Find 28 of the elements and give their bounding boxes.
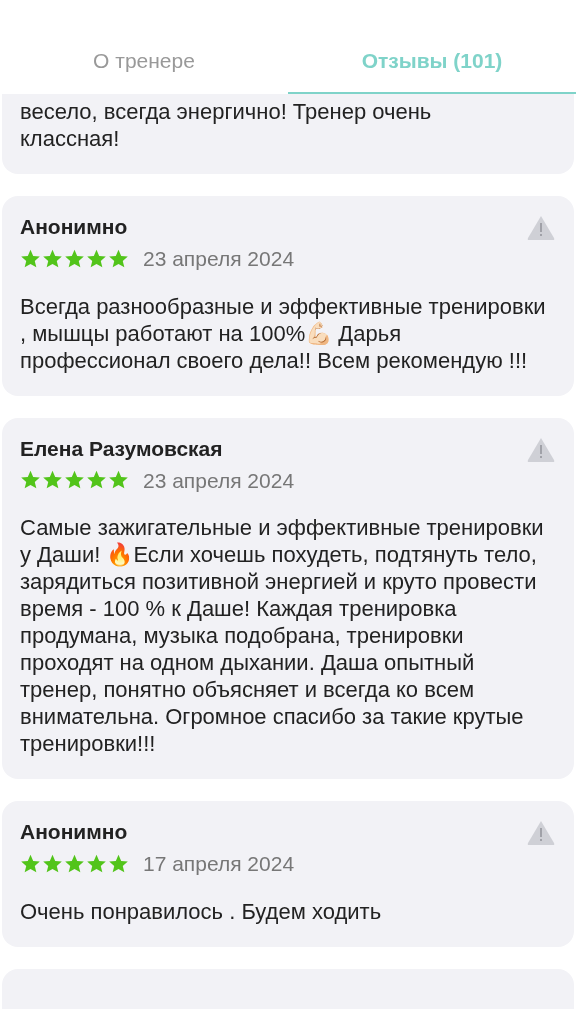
review-date: 17 апреля 2024 <box>143 851 295 877</box>
star-icon <box>108 853 129 874</box>
review-text: Очень понравилось . Будем ходить <box>20 897 383 925</box>
author-name: Елена Разумовская <box>20 435 223 462</box>
author-name: Анонимно <box>20 819 128 845</box>
star-icon <box>64 248 85 269</box>
star-icon <box>86 248 107 269</box>
star-icon <box>108 470 129 491</box>
tab[interactable]: О тренере <box>0 30 288 94</box>
review-date: 23 апреля 2024 <box>143 246 295 272</box>
star-icon <box>42 470 63 491</box>
warning-icon[interactable] <box>526 819 556 846</box>
star-icon <box>42 248 63 269</box>
star-icon <box>86 853 107 874</box>
star-icon <box>42 853 63 874</box>
star-icon <box>20 470 41 491</box>
author-name: Анонимно <box>20 214 128 240</box>
warning-icon[interactable] <box>526 214 556 241</box>
star-icon <box>20 248 41 269</box>
star-icon <box>86 470 107 491</box>
star-icon <box>64 470 85 491</box>
star-icon <box>64 853 85 874</box>
star-icon <box>108 248 129 269</box>
review-date: 23 апреля 2024 <box>143 467 295 494</box>
review-text: Всегда разнообразные и эффективные тренировки , мышцы работают на 100%💪🏻 Дарья профессионал своего дела!! Всем рекомендую !!! <box>20 292 547 374</box>
review-text: Самые зажигательные и эффективные тренировки у Даши! 🔥Если хочешь похудеть, подтянуть тело, зарядиться позитивной энергией и круто провести время - 100 % к Даше! Каждая тренировка продумана, музыка подобрана, тренировки проходят на одном дыхании. Даша опытный тренер, понятно объясняет и всегда ко всем внимательна. Огромное спасибо за такие крутые тренировки!!! <box>20 514 545 757</box>
review-text: весело, всегда энергично! Тренер очень классная! <box>20 98 433 152</box>
star-icon <box>20 853 41 874</box>
